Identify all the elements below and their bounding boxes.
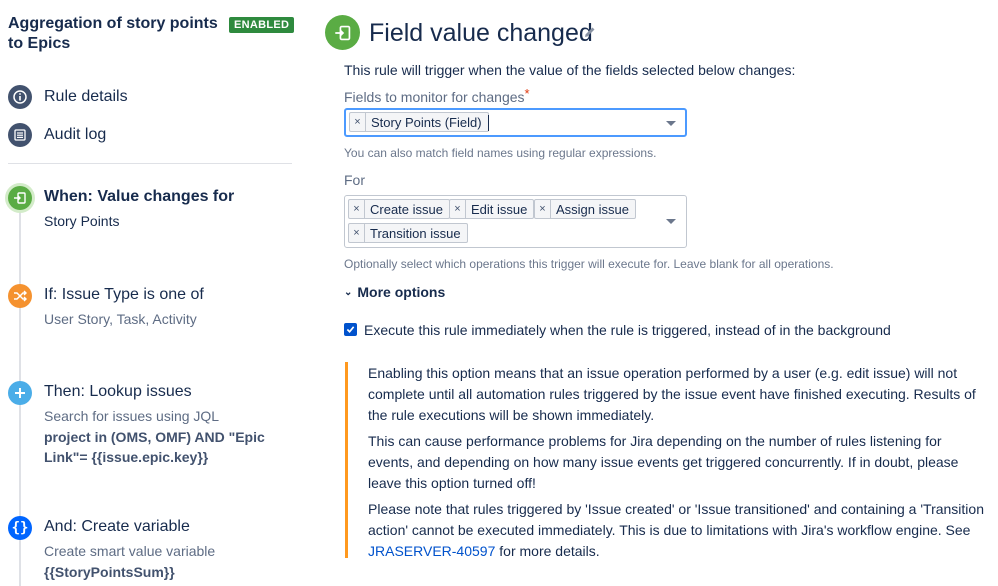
step-subtitle: Story Points [44,213,120,229]
step-create-variable[interactable]: {} And: Create variable Create smart val… [8,516,293,582]
fields-label-text: Fields to monitor for changes [344,89,525,105]
chevron-down-icon: ⌄ [344,286,353,298]
field-trigger-icon [325,15,360,50]
sidebar-item-audit-log[interactable]: Audit log [8,122,106,148]
chevron-down-icon[interactable] [666,121,676,126]
required-mark: * [524,86,530,101]
step-trigger[interactable]: When: Value changes for Story Points [8,186,293,236]
step-title: When: Value changes for [44,188,235,205]
step-lookup-issues[interactable]: Then: Lookup issues Search for issues us… [8,381,293,471]
more-options-label: More options [357,284,446,300]
pencil-icon[interactable] [583,25,597,44]
step-code: project in (OMS, OMF) AND "Epic Link"= {… [44,429,265,465]
note-paragraph-with-link: Please note that rules triggered by 'Iss… [368,499,990,562]
note-text: for more details. [499,543,600,559]
sidebar-item-rule-details[interactable]: Rule details [8,84,128,110]
text-cursor [488,115,489,131]
rule-title: Aggregation of story points to Epics [8,15,218,52]
chip-label: Transition issue [370,225,461,241]
remove-chip-icon[interactable]: × [349,200,365,218]
chip-label: Assign issue [556,201,629,217]
plus-icon [8,381,32,405]
rule-description: This rule will trigger when the value of… [344,62,796,78]
execute-immediately-checkbox[interactable] [344,323,357,336]
remove-chip-icon[interactable]: × [349,224,365,242]
sidebar: Aggregation of story points to Epics ENA… [0,0,300,586]
note-paragraph: This can cause performance problems for … [368,433,959,491]
remove-chip-icon[interactable]: × [450,200,466,218]
chip-label: Story Points (Field) [371,114,482,130]
field-chip: × Story Points (Field) [349,112,489,132]
operation-chip: × Assign issue [534,199,636,219]
chip-label: Create issue [370,201,443,217]
step-subtitle: Create smart value variable [44,543,216,559]
fields-label: Fields to monitor for changes* [344,86,530,105]
chevron-down-icon[interactable] [666,219,676,224]
field-trigger-icon [8,186,32,210]
step-code: {{StoryPointsSum}} [44,564,175,580]
info-icon [8,85,32,109]
divider [8,163,292,164]
fields-help: You can also match field names using reg… [344,146,657,160]
remove-chip-icon[interactable]: × [535,200,551,218]
chip-label: Edit issue [471,201,528,217]
list-icon [8,123,32,147]
note-text: Please note that rules triggered by 'Iss… [368,501,984,538]
warning-note: Enabling this option means that an issue… [345,362,990,559]
operations-select[interactable]: × Create issue × Edit issue × Assign iss… [344,195,687,248]
step-title: Then: Lookup issues [44,383,192,400]
step-condition[interactable]: If: Issue Type is one of User Story, Tas… [8,284,293,334]
fields-select[interactable]: × Story Points (Field) [344,108,687,137]
step-subtitle: Search for issues using JQL [44,408,220,424]
shuffle-icon [8,284,32,308]
step-subtitle: User Story, Task, Activity [44,311,197,327]
jira-issue-link[interactable]: JRASERVER-40597 [368,543,495,559]
sidebar-item-label: Rule details [44,88,128,105]
for-label: For [344,172,365,188]
operation-chip: × Transition issue [348,223,468,243]
step-title: And: Create variable [44,518,190,535]
status-badge: ENABLED [229,17,295,33]
sidebar-item-label: Audit log [44,126,107,143]
operations-help: Optionally select which operations this … [344,257,834,271]
remove-chip-icon[interactable]: × [350,113,366,131]
operation-chip: × Create issue [348,199,450,219]
curly-braces-icon: {} [8,516,32,540]
more-options-toggle[interactable]: ⌄ More options [344,284,445,300]
step-title: If: Issue Type is one of [44,286,204,303]
note-paragraph: Enabling this option means that an issue… [368,365,976,423]
execute-immediately-label[interactable]: Execute this rule immediately when the r… [364,322,891,338]
page-title: Field value changed [369,19,593,47]
operation-chip: × Edit issue [449,199,535,219]
